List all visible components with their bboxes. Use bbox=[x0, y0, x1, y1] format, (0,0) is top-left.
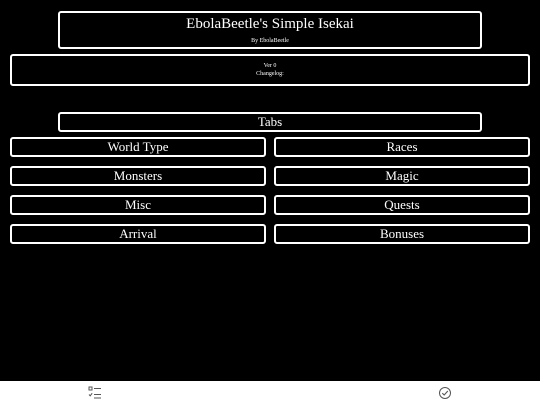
bottom-bar bbox=[0, 381, 540, 405]
tabs-heading: Tabs bbox=[58, 112, 482, 132]
tab-races[interactable]: Races bbox=[274, 137, 530, 157]
changelog-panel: Ver 0 Changelog: bbox=[10, 54, 530, 86]
version-text: Ver 0 bbox=[263, 63, 277, 69]
author-byline: By EbolaBeetle bbox=[251, 38, 289, 44]
tab-quests[interactable]: Quests bbox=[274, 195, 530, 215]
tab-bonuses[interactable]: Bonuses bbox=[274, 224, 530, 244]
tab-monsters[interactable]: Monsters bbox=[10, 166, 266, 186]
tab-magic[interactable]: Magic bbox=[274, 166, 530, 186]
tab-misc[interactable]: Misc bbox=[10, 195, 266, 215]
tab-world-type[interactable]: World Type bbox=[10, 137, 266, 157]
tab-arrival[interactable]: Arrival bbox=[10, 224, 266, 244]
page-title: EbolaBeetle's Simple Isekai bbox=[186, 16, 354, 32]
changelog-label: Changelog: bbox=[256, 71, 284, 77]
title-panel: EbolaBeetle's Simple Isekai By EbolaBeet… bbox=[58, 11, 482, 49]
check-circle-icon[interactable] bbox=[437, 385, 453, 401]
checklist-icon[interactable] bbox=[87, 385, 103, 401]
